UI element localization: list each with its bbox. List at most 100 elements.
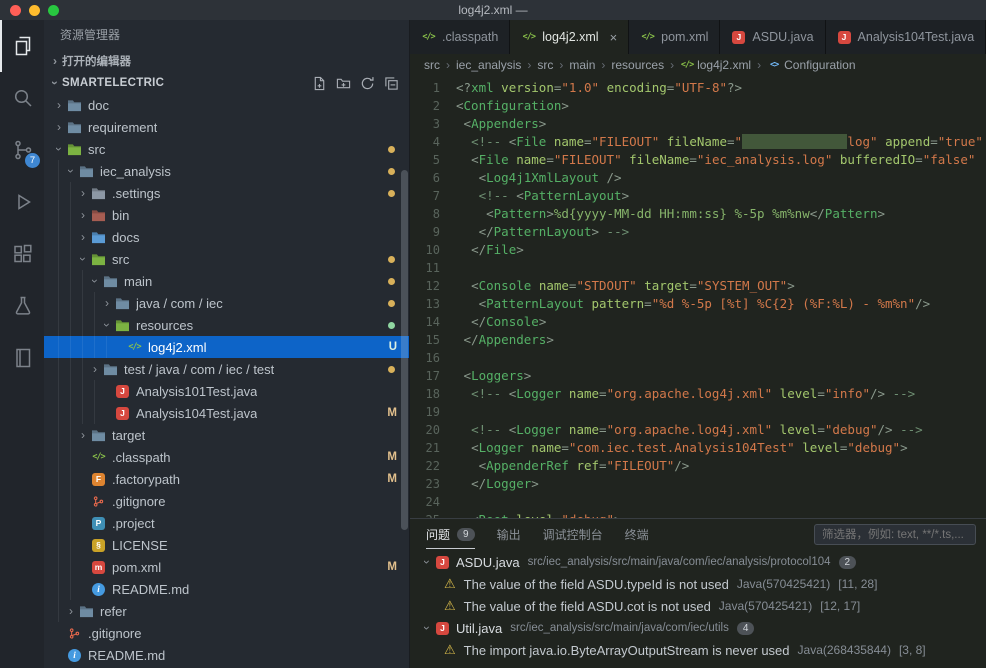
code-line-16[interactable]: 16 (410, 349, 986, 367)
panel-tab-problems[interactable]: 问题9 (426, 519, 475, 549)
code-line-20[interactable]: 20 <!-- <Logger name="org.apache.log4j.x… (410, 421, 986, 439)
sidebar-scrollbar[interactable] (401, 170, 408, 530)
panel-tab-output[interactable]: 输出 (497, 519, 521, 549)
problem-file-asdu-java[interactable]: ›JASDU.javasrc/iec_analysis/src/main/jav… (410, 551, 986, 573)
close-window-button[interactable] (10, 5, 21, 16)
code-line-15[interactable]: 15 </Appenders> (410, 331, 986, 349)
breadcrumb-item-log4j2-xml[interactable]: </>log4j2.xml (680, 58, 751, 72)
close-tab-icon[interactable]: × (610, 30, 618, 45)
breadcrumb-item-configuration[interactable]: <>Configuration (767, 58, 855, 72)
breadcrumb-item-src[interactable]: src (424, 58, 440, 72)
activity-item-explorer[interactable] (0, 20, 44, 72)
panel-tab-terminal[interactable]: 终端 (625, 519, 649, 549)
indent-guide (88, 314, 100, 336)
editor-tab-analysis104test-java[interactable]: JAnalysis104Test.java (826, 20, 986, 54)
modified-dot (388, 366, 395, 373)
tree-item-src[interactable]: ›src (44, 248, 409, 270)
code-line-8[interactable]: 8 <Pattern>%d{yyyy-MM-dd HH:mm:ss} %-5p … (410, 205, 986, 223)
code-line-12[interactable]: 12 <Console name="STDOUT" target="SYSTEM… (410, 277, 986, 295)
code-line-21[interactable]: 21 <Logger name="com.iec.test.Analysis10… (410, 439, 986, 457)
tree-item-requirement[interactable]: ›requirement (44, 116, 409, 138)
problem-file-util-java[interactable]: ›JUtil.javasrc/iec_analysis/src/main/jav… (410, 617, 986, 639)
breadcrumb-item-resources[interactable]: resources (611, 58, 664, 72)
tree-item-docs[interactable]: ›docs (44, 226, 409, 248)
code-line-23[interactable]: 23 </Logger> (410, 475, 986, 493)
problem-item[interactable]: ⚠The value of the field ASDU.cot is not … (410, 595, 986, 617)
code-line-13[interactable]: 13 <PatternLayout pattern="%d %-5p [%t] … (410, 295, 986, 313)
code-line-5[interactable]: 5 <File name="FILEOUT" fileName="iec_ana… (410, 151, 986, 169)
code-line-24[interactable]: 24 (410, 493, 986, 511)
indent-guide (52, 402, 64, 424)
collapse-folders-button[interactable] (384, 76, 399, 91)
code-line-14[interactable]: 14 </Console> (410, 313, 986, 331)
tree-item-classpath[interactable]: ›</>.classpathM (44, 446, 409, 468)
code-line-25[interactable]: 25 <Root level="debug"> (410, 511, 986, 518)
tree-item-target[interactable]: ›target (44, 424, 409, 446)
new-folder-button[interactable] (336, 76, 351, 91)
tree-item-test-java-com-iec-test[interactable]: ›test / java / com / iec / test (44, 358, 409, 380)
tree-item-factorypath[interactable]: ›F.factorypathM (44, 468, 409, 490)
tree-item-refer[interactable]: ›refer (44, 600, 409, 622)
tree-item-settings[interactable]: ›.settings (44, 182, 409, 204)
code-editor[interactable]: 1<?xml version="1.0" encoding="UTF-8"?>2… (410, 76, 986, 518)
code-line-2[interactable]: 2<Configuration> (410, 97, 986, 115)
activity-item-extensions[interactable] (0, 228, 44, 280)
code-line-17[interactable]: 17 <Loggers> (410, 367, 986, 385)
code-line-1[interactable]: 1<?xml version="1.0" encoding="UTF-8"?> (410, 79, 986, 97)
workspace-header[interactable]: › SMARTELECTRIC (44, 72, 409, 94)
activity-item-test-beaker[interactable] (0, 280, 44, 332)
activity-item-search[interactable] (0, 72, 44, 124)
open-editors-header[interactable]: › 打开的编辑器 (44, 50, 409, 72)
tree-item-resources[interactable]: ›resources (44, 314, 409, 336)
editor-tab-asdu-java[interactable]: JASDU.java (720, 20, 825, 54)
tree-item-log4j2-xml[interactable]: ›</>log4j2.xmlU (44, 336, 409, 358)
tree-item-src[interactable]: ›src (44, 138, 409, 160)
problem-item[interactable]: ⚠The import java.io.ByteArrayOutputStrea… (410, 639, 986, 661)
tree-item-license[interactable]: ›§LICENSE (44, 534, 409, 556)
tree-item-pom-xml[interactable]: ›mpom.xmlM (44, 556, 409, 578)
tree-item-java-com-iec[interactable]: ›java / com / iec (44, 292, 409, 314)
minimize-window-button[interactable] (29, 5, 40, 16)
panel-tab-debug-console[interactable]: 调试控制台 (543, 519, 603, 549)
fullscreen-window-button[interactable] (48, 5, 59, 16)
tree-item-label: Analysis101Test.java (136, 384, 257, 399)
code-line-3[interactable]: 3 <Appenders> (410, 115, 986, 133)
problems-filter-input[interactable] (814, 524, 976, 545)
editor-tab-classpath[interactable]: </>.classpath (410, 20, 510, 54)
activity-item-docs-book[interactable] (0, 332, 44, 384)
editor-tab-pom-xml[interactable]: </>pom.xml (629, 20, 720, 54)
breadcrumb-item-main[interactable]: main (569, 58, 595, 72)
tree-item-main[interactable]: ›main (44, 270, 409, 292)
activity-item-run-debug[interactable] (0, 176, 44, 228)
new-file-button[interactable] (312, 76, 327, 91)
tree-item-analysis104test-java[interactable]: ›JAnalysis104Test.javaM (44, 402, 409, 424)
breadcrumb-item-iec-analysis[interactable]: iec_analysis (456, 58, 521, 72)
line-number: 9 (410, 223, 456, 241)
indent-guide (64, 512, 76, 534)
java-file-icon: J (114, 407, 131, 420)
activity-item-source-control[interactable]: 7 (0, 124, 44, 176)
tree-item-bin[interactable]: ›bin (44, 204, 409, 226)
modified-dot (388, 146, 395, 153)
tree-item-readme-md[interactable]: ›iREADME.md (44, 578, 409, 600)
code-line-7[interactable]: 7 <!-- <PatternLayout> (410, 187, 986, 205)
code-line-11[interactable]: 11 (410, 259, 986, 277)
editor-tab-log4j2-xml[interactable]: </>log4j2.xml× (510, 20, 629, 54)
code-line-4[interactable]: 4 <!-- <File name="FILEOUT" fileName=" l… (410, 133, 986, 151)
tree-item-gitignore[interactable]: ›.gitignore (44, 622, 409, 644)
tree-item-gitignore[interactable]: ›.gitignore (44, 490, 409, 512)
code-line-10[interactable]: 10 </File> (410, 241, 986, 259)
tree-item-readme-md[interactable]: ›iREADME.md (44, 644, 409, 666)
code-line-6[interactable]: 6 <Log4j1XmlLayout /> (410, 169, 986, 187)
refresh-button[interactable] (360, 76, 375, 91)
tree-item-doc[interactable]: ›doc (44, 94, 409, 116)
code-line-19[interactable]: 19 (410, 403, 986, 421)
problem-item[interactable]: ⚠The value of the field ASDU.typeId is n… (410, 573, 986, 595)
tree-item-iec-analysis[interactable]: ›iec_analysis (44, 160, 409, 182)
tree-item-project[interactable]: ›P.project (44, 512, 409, 534)
code-line-18[interactable]: 18 <!-- <Logger name="org.apache.log4j.x… (410, 385, 986, 403)
code-line-9[interactable]: 9 </PatternLayout> --> (410, 223, 986, 241)
breadcrumb-item-src[interactable]: src (537, 58, 553, 72)
tree-item-analysis101test-java[interactable]: ›JAnalysis101Test.java (44, 380, 409, 402)
code-line-22[interactable]: 22 <AppenderRef ref="FILEOUT"/> (410, 457, 986, 475)
